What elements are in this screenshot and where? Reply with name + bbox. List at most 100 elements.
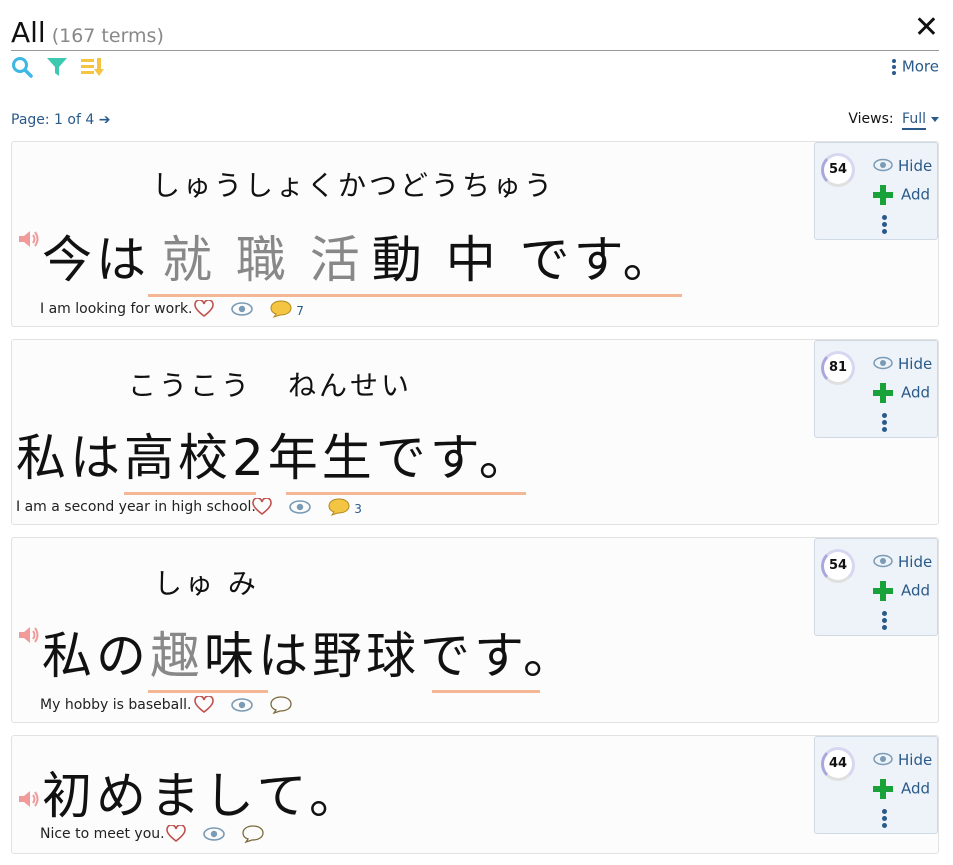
views-dropdown[interactable]: Full	[902, 111, 926, 130]
eye-icon	[873, 554, 893, 572]
hide-button[interactable]: Hide	[873, 751, 932, 770]
card-actions	[166, 824, 276, 847]
term-underline	[124, 492, 256, 495]
search-icon[interactable]	[11, 56, 33, 82]
hide-label: Hide	[898, 355, 933, 373]
filter-icon[interactable]	[46, 56, 68, 82]
sentence-rest: 動 中 です。	[371, 231, 677, 289]
toolbar	[11, 56, 113, 80]
card-menu-icon[interactable]	[882, 413, 887, 434]
add-button[interactable]: Add	[873, 779, 930, 799]
heart-icon[interactable]	[194, 299, 214, 322]
card-menu-icon[interactable]	[882, 215, 887, 236]
comment-count: 7	[296, 304, 304, 318]
comment-icon[interactable]	[242, 825, 264, 847]
score-badge: 54	[821, 153, 855, 187]
term-underline	[148, 294, 682, 297]
close-icon[interactable]: ✕	[914, 10, 939, 45]
title-text: All	[11, 16, 46, 49]
japanese-sentence: 初めまして。	[42, 767, 363, 825]
views-label: Views:	[848, 111, 894, 127]
hide-button[interactable]: Hide	[873, 355, 932, 374]
plus-icon	[873, 779, 893, 799]
pager: Page: 1 of 4 ➔	[11, 112, 110, 128]
eye-icon	[873, 752, 893, 770]
next-page-arrow-icon[interactable]: ➔	[99, 112, 111, 128]
english-translation: I am looking for work.	[40, 301, 193, 317]
card-side-panel: 44 Hide Add	[814, 736, 938, 834]
hide-label: Hide	[898, 751, 933, 769]
eye-icon[interactable]	[231, 697, 253, 717]
card-actions: 7	[194, 299, 316, 322]
sentence-studied-part: 趣	[150, 627, 204, 685]
card-side-panel: 54 Hide Add	[814, 142, 938, 240]
hide-button[interactable]: Hide	[873, 553, 932, 572]
sentence-prefix: 私の	[42, 627, 150, 685]
furigana-reading: しゅ み	[154, 567, 259, 600]
term-underline	[286, 492, 526, 495]
japanese-sentence: 今は就 職 活動 中 です。	[42, 220, 677, 292]
plus-icon	[873, 581, 893, 601]
eye-icon[interactable]	[231, 301, 253, 321]
more-button[interactable]: More	[891, 57, 939, 77]
speaker-icon[interactable]	[18, 626, 40, 644]
eye-icon[interactable]	[289, 499, 311, 519]
hide-label: Hide	[898, 157, 933, 175]
term-underline	[432, 690, 540, 693]
add-button[interactable]: Add	[873, 581, 930, 601]
views-selector: Views: Full	[848, 111, 939, 130]
sentence-card: 44 Hide Add 初めまして。 Nice to meet you.	[11, 735, 939, 854]
sentence-studied-part: 就 職 活	[162, 231, 364, 289]
score-badge: 44	[821, 747, 855, 781]
speaker-icon[interactable]	[18, 790, 40, 808]
score-badge: 81	[821, 351, 855, 385]
speaker-icon[interactable]	[18, 230, 40, 248]
card-actions: 3	[252, 497, 374, 520]
card-side-panel: 81 Hide Add	[814, 340, 938, 438]
add-label: Add	[901, 185, 931, 204]
heart-icon[interactable]	[252, 497, 272, 520]
comment-count: 3	[354, 502, 362, 516]
hide-label: Hide	[898, 553, 933, 571]
comment-icon[interactable]	[270, 696, 292, 718]
eye-icon[interactable]	[203, 826, 225, 846]
heart-icon[interactable]	[194, 695, 214, 718]
eye-icon	[873, 356, 893, 374]
card-side-panel: 54 Hide Add	[814, 538, 938, 636]
japanese-sentence: 私の趣味は野球です。	[42, 616, 577, 688]
header-bar: All (167 terms) ✕	[11, 10, 939, 51]
japanese-sentence: 私は高校2年生です。	[16, 429, 533, 487]
caret-down-icon[interactable]	[931, 116, 939, 122]
card-menu-icon[interactable]	[882, 809, 887, 830]
sentence-prefix: 今は	[42, 231, 150, 289]
eye-icon	[873, 158, 893, 176]
furigana-reading: こうこう	[128, 369, 253, 402]
hide-button[interactable]: Hide	[873, 157, 932, 176]
page-title: All (167 terms)	[11, 16, 164, 49]
page-indicator: Page: 1 of 4	[11, 112, 95, 128]
sort-icon[interactable]	[81, 56, 105, 82]
score-badge: 54	[821, 549, 855, 583]
comment-icon[interactable]	[270, 300, 292, 322]
plus-icon	[873, 185, 893, 205]
comment-icon[interactable]	[328, 498, 350, 520]
term-count: (167 terms)	[51, 25, 164, 47]
english-translation: I am a second year in high school.	[16, 499, 256, 515]
add-label: Add	[901, 383, 931, 402]
sentence-card: 54 Hide Add しゅうしょくかつどうちゅう 今は就 職 活動 中 です。…	[11, 141, 939, 327]
english-translation: My hobby is baseball.	[40, 697, 192, 713]
more-label: More	[901, 57, 939, 76]
add-label: Add	[901, 779, 931, 798]
add-button[interactable]: Add	[873, 185, 930, 205]
more-dots-icon	[891, 57, 896, 77]
add-button[interactable]: Add	[873, 383, 930, 403]
plus-icon	[873, 383, 893, 403]
sentence-card: 81 Hide Add こうこう ねんせい 私は高校2年生です。 I am a …	[11, 339, 939, 525]
sentence-card: 54 Hide Add しゅ み 私の趣味は野球です。 My hobby is …	[11, 537, 939, 723]
card-actions	[194, 695, 304, 718]
furigana-reading: しゅうしょくかつどうちゅう	[152, 169, 556, 202]
heart-icon[interactable]	[166, 824, 186, 847]
furigana-reading: ねんせい	[288, 369, 413, 402]
card-menu-icon[interactable]	[882, 611, 887, 632]
term-underline	[148, 690, 268, 693]
